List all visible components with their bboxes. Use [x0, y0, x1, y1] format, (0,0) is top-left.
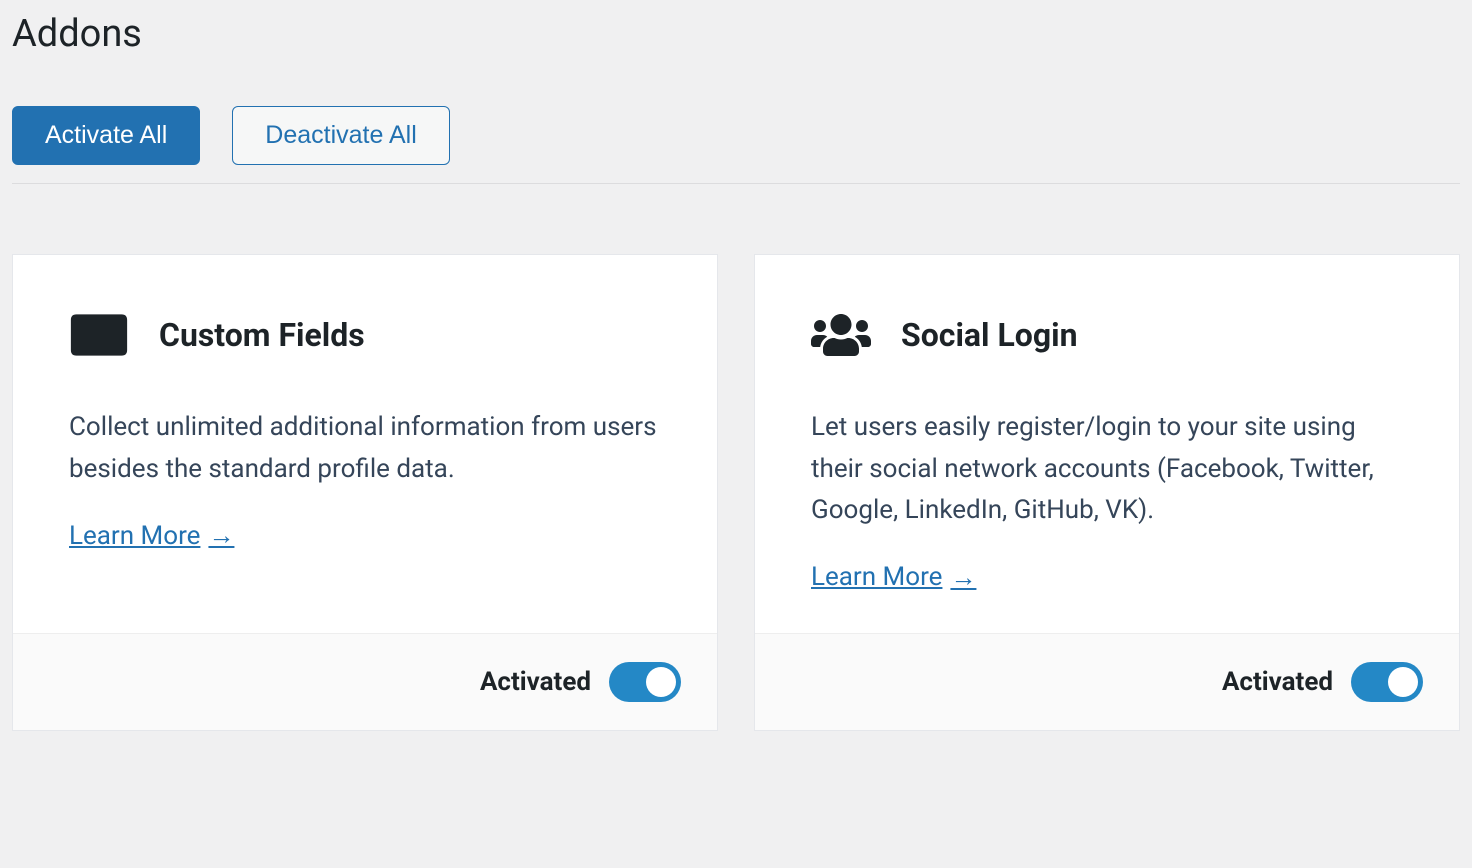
- addon-card-social-login: Social Login Let users easily register/l…: [754, 254, 1460, 731]
- arrow-right-icon: →: [950, 562, 976, 593]
- status-label: Activated: [480, 667, 591, 697]
- arrow-right-icon: →: [208, 520, 234, 551]
- toggle-handle: [1388, 667, 1418, 697]
- card-title: Social Login: [901, 316, 1078, 354]
- toggle-handle: [646, 667, 676, 697]
- action-button-row: Activate All Deactivate All: [12, 106, 1460, 184]
- learn-more-text: Learn More: [811, 562, 942, 592]
- users-icon: [811, 311, 871, 359]
- card-body: Social Login Let users easily register/l…: [755, 255, 1459, 633]
- card-title: Custom Fields: [159, 316, 365, 354]
- page-title: Addons: [12, 12, 1460, 56]
- card-header: Custom Fields: [69, 311, 661, 359]
- card-header: Social Login: [811, 311, 1403, 359]
- learn-more-text: Learn More: [69, 521, 200, 551]
- card-footer: Activated: [13, 633, 717, 730]
- inbox-icon: [69, 311, 129, 359]
- deactivate-all-button[interactable]: Deactivate All: [232, 106, 449, 165]
- status-label: Activated: [1222, 667, 1333, 697]
- addon-card-custom-fields: Custom Fields Collect unlimited addition…: [12, 254, 718, 731]
- activation-toggle[interactable]: [1351, 662, 1423, 702]
- card-description: Collect unlimited additional information…: [69, 407, 661, 490]
- activation-toggle[interactable]: [609, 662, 681, 702]
- card-footer: Activated: [755, 633, 1459, 730]
- card-body: Custom Fields Collect unlimited addition…: [13, 255, 717, 633]
- addons-grid: Custom Fields Collect unlimited addition…: [12, 254, 1460, 731]
- learn-more-link[interactable]: Learn More →: [69, 520, 234, 551]
- activate-all-button[interactable]: Activate All: [12, 106, 200, 165]
- card-description: Let users easily register/login to your …: [811, 407, 1403, 532]
- learn-more-link[interactable]: Learn More →: [811, 562, 976, 593]
